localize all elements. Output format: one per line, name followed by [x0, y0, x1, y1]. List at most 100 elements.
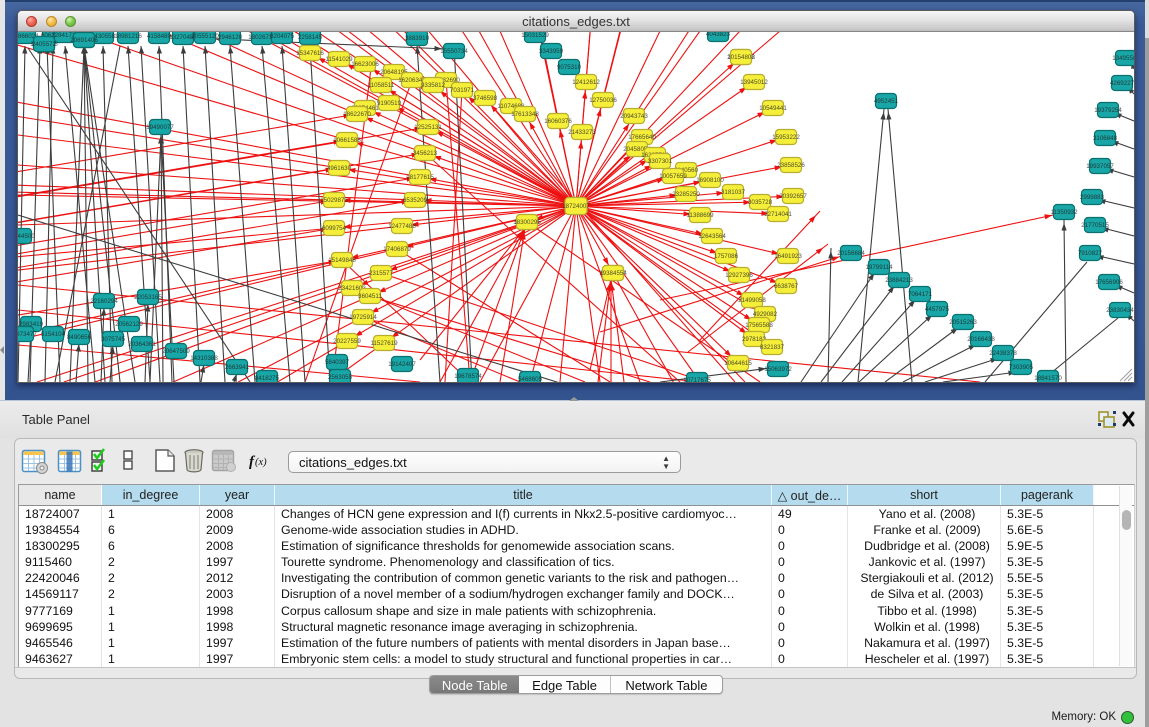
svg-text:11058511: 11058511	[368, 82, 395, 89]
svg-text:15550734: 15550734	[440, 48, 468, 55]
svg-text:17406879: 17406879	[383, 246, 411, 253]
svg-text:21499058: 21499058	[738, 297, 766, 304]
svg-text:15149848: 15149848	[328, 257, 356, 264]
svg-text:21433273: 21433273	[568, 129, 596, 136]
svg-text:2405572: 2405572	[32, 41, 57, 48]
svg-text:20227559: 20227559	[333, 338, 361, 345]
svg-text:23884213: 23884213	[885, 277, 913, 284]
svg-text:6099754: 6099754	[322, 225, 347, 232]
svg-text:23285250: 23285250	[672, 191, 700, 198]
svg-text:11388699: 11388699	[686, 212, 714, 219]
svg-text:19678574: 19678574	[454, 373, 482, 380]
svg-text:8321837: 8321837	[760, 344, 785, 351]
svg-text:4952451: 4952451	[874, 98, 899, 105]
svg-text:9190519: 9190519	[377, 100, 402, 107]
svg-text:15029873: 15029873	[320, 197, 348, 204]
svg-text:3181037: 3181037	[721, 189, 746, 196]
svg-text:15953222: 15953222	[772, 134, 800, 141]
svg-text:11350932: 11350932	[1050, 209, 1078, 216]
svg-text:22714041: 22714041	[764, 211, 792, 218]
svg-text:17565588: 17565588	[745, 322, 773, 329]
svg-text:19379254: 19379254	[1094, 107, 1122, 114]
svg-text:2946120: 2946120	[218, 34, 243, 41]
svg-text:10644615: 10644615	[724, 360, 752, 367]
svg-text:10717675: 10717675	[683, 377, 711, 382]
svg-text:18981216: 18981216	[114, 33, 142, 40]
svg-text:4043823: 4043823	[706, 32, 731, 38]
svg-text:3106848: 3106848	[1093, 135, 1118, 142]
svg-text:18724007: 18724007	[562, 203, 590, 210]
svg-text:2563055: 2563055	[328, 374, 353, 381]
svg-text:19799114: 19799114	[865, 264, 893, 271]
svg-text:22053165: 22053165	[134, 294, 162, 301]
svg-text:12412612: 12412612	[572, 79, 600, 86]
svg-text:3307301: 3307301	[648, 158, 673, 165]
svg-text:5154104: 5154104	[41, 331, 66, 338]
svg-text:10549441: 10549441	[759, 105, 787, 112]
svg-text:18841570: 18841570	[1034, 375, 1062, 382]
svg-text:16491923: 16491923	[774, 253, 802, 260]
svg-text:19973477: 19973477	[18, 331, 37, 338]
svg-text:8490656: 8490656	[67, 334, 92, 341]
svg-text:15244500: 15244500	[18, 233, 35, 240]
svg-text:20562129: 20562129	[115, 321, 143, 328]
svg-text:2315577: 2315577	[369, 270, 394, 277]
svg-text:20943743: 20943743	[620, 113, 648, 120]
svg-text:19725914: 19725914	[349, 314, 377, 321]
svg-text:10057659: 10057659	[659, 173, 687, 180]
svg-text:20515263: 20515263	[949, 319, 977, 326]
svg-text:20166438: 20166438	[967, 336, 995, 343]
svg-text:3035728: 3035728	[748, 199, 773, 206]
svg-text:4158480: 4158480	[147, 33, 172, 40]
svg-text:15347616: 15347616	[296, 50, 324, 57]
svg-text:4269227: 4269227	[1110, 80, 1134, 87]
svg-text:16908100: 16908100	[696, 177, 724, 184]
svg-text:18622670: 18622670	[343, 111, 371, 118]
svg-text:4457975: 4457975	[925, 306, 950, 313]
svg-text:8418275: 8418275	[255, 375, 280, 382]
svg-text:12750036: 12750036	[589, 97, 617, 104]
svg-text:8204075: 8204075	[270, 33, 295, 40]
svg-text:16623006: 16623006	[351, 61, 379, 68]
svg-text:12525131: 12525131	[414, 124, 442, 131]
svg-text:9075310: 9075310	[557, 64, 582, 71]
svg-text:9335812: 9335812	[421, 82, 446, 89]
svg-text:11541029: 11541029	[325, 56, 353, 63]
svg-text:22438378: 22438378	[989, 350, 1017, 357]
svg-text:14310388: 14310388	[190, 355, 218, 362]
svg-text:3075745: 3075745	[101, 336, 126, 343]
svg-text:13495588: 13495588	[1112, 55, 1134, 62]
svg-text:12643564: 12643564	[698, 233, 726, 240]
svg-text:7031971: 7031971	[450, 87, 475, 94]
svg-text:7303905: 7303905	[1009, 364, 1034, 371]
svg-text:19490077: 19490077	[146, 124, 174, 131]
svg-text:3883910: 3883910	[405, 35, 430, 42]
svg-text:17656906: 17656906	[1095, 279, 1123, 286]
svg-text:7910827: 7910827	[1078, 250, 1103, 257]
svg-text:12477488: 12477488	[388, 223, 416, 230]
svg-text:5468605: 5468605	[518, 376, 543, 382]
svg-text:2663941: 2663941	[225, 364, 250, 371]
svg-text:19142407: 19142407	[388, 361, 416, 368]
svg-text:23830434: 23830434	[1106, 307, 1134, 314]
svg-text:3343959: 3343959	[539, 48, 564, 55]
svg-text:2258145: 2258145	[298, 34, 323, 41]
svg-text:17665640: 17665640	[628, 134, 656, 141]
svg-text:19937057: 19937057	[1086, 163, 1114, 170]
svg-text:1757086: 1757086	[714, 253, 739, 260]
svg-text:23858526: 23858526	[777, 162, 805, 169]
svg-text:3456213: 3456213	[413, 150, 438, 157]
svg-text:6638767: 6638767	[774, 283, 799, 290]
svg-text:4961630: 4961630	[327, 165, 352, 172]
svg-text:20647509: 20647509	[162, 348, 190, 355]
svg-text:2999883: 2999883	[1080, 194, 1105, 201]
svg-text:20364361: 20364361	[128, 341, 156, 348]
svg-text:13945012: 13945012	[740, 79, 768, 86]
svg-text:19384554: 19384554	[599, 270, 627, 277]
svg-text:17613348: 17613348	[511, 111, 539, 118]
svg-text:20691406: 20691406	[70, 37, 98, 44]
svg-text:22160294: 22160294	[90, 298, 118, 305]
svg-text:3746598: 3746598	[473, 95, 498, 102]
svg-text:20156684: 20156684	[837, 250, 865, 257]
svg-text:15063972: 15063972	[764, 366, 792, 373]
